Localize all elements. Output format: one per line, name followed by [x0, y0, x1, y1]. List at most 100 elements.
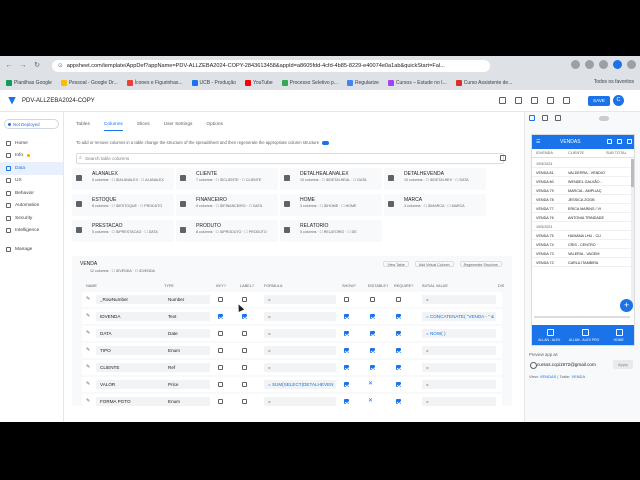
- bookmark-item[interactable]: Pessoal - Google Dr...: [60, 79, 118, 86]
- show-checkbox[interactable]: [344, 382, 349, 387]
- require-checkbox[interactable]: [396, 314, 401, 319]
- key-checkbox[interactable]: [218, 399, 223, 404]
- add-fab-button[interactable]: +: [620, 299, 633, 312]
- edit-pencil-icon[interactable]: ✎: [86, 364, 90, 370]
- tab-user-settings[interactable]: User Settings: [164, 122, 193, 131]
- list-item[interactable]: VENDA 79 MARCIA - AMPLIAÇ: [532, 186, 632, 195]
- list-item[interactable]: VENDA 73 VALERIA - VAGEM: [532, 249, 632, 258]
- nav-allan-alex[interactable]: ALLAN - ALEX: [532, 325, 567, 345]
- column-row[interactable]: ✎ DATA Date = = NOW( ): [82, 326, 502, 341]
- sync-icon[interactable]: [617, 139, 622, 144]
- editable-checkbox[interactable]: [370, 314, 375, 319]
- view-table-button[interactable]: View Table: [383, 261, 409, 267]
- require-checkbox[interactable]: [396, 331, 401, 336]
- column-row[interactable]: ✎ TIPO Enum = =: [82, 343, 502, 358]
- tab-tables[interactable]: Tables: [76, 122, 90, 131]
- preview-horizontal-scrollbar[interactable]: [534, 316, 630, 318]
- sidebar-item-info[interactable]: Info: [0, 150, 63, 163]
- search-icon[interactable]: [607, 139, 612, 144]
- bookmark-item[interactable]: Ícones e Figurinhas...: [126, 79, 183, 86]
- appsheet-logo[interactable]: [8, 96, 16, 105]
- search-input[interactable]: Search table columns: [76, 153, 504, 164]
- profile-avatar[interactable]: [613, 60, 622, 69]
- editable-checkbox[interactable]: [370, 297, 375, 302]
- url-bar[interactable]: ⊙ appsheet.com/template/AppDef?appName=PD…: [52, 60, 490, 72]
- tab-slices[interactable]: Slices: [137, 122, 150, 131]
- preview-scrollbar[interactable]: [631, 159, 634, 309]
- list-item[interactable]: VENDA 77 ERICA MARINS / VI: [532, 204, 632, 213]
- edit-pencil-icon[interactable]: ✎: [86, 381, 90, 387]
- sidebar-item-security[interactable]: Security: [0, 212, 63, 225]
- sidebar-item-automation[interactable]: Automation: [0, 200, 63, 213]
- tablet-view-icon[interactable]: [542, 115, 548, 121]
- edit-pencil-icon[interactable]: ✎: [86, 313, 90, 319]
- share-icon[interactable]: [547, 97, 554, 104]
- regenerate-structure-button[interactable]: Regenerate Structure: [459, 261, 502, 267]
- bookmark-item[interactable]: Processo Seletivo p...: [281, 79, 338, 86]
- column-row[interactable]: ✎ FORMA PGTO Enum = ✕ =: [82, 394, 502, 409]
- menu-icon[interactable]: [627, 60, 636, 69]
- help-icon[interactable]: [531, 97, 538, 104]
- download-icon[interactable]: [599, 60, 608, 69]
- sidebar-item-ux[interactable]: UX: [0, 175, 63, 188]
- site-info-icon[interactable]: ⊙: [58, 63, 63, 69]
- table-card[interactable]: CLIENTE 7 columns · ☐ IDCLIENTE · ☐ CLIEN…: [176, 168, 278, 190]
- label-checkbox[interactable]: [242, 331, 247, 336]
- dashboard-icon[interactable]: [499, 97, 506, 104]
- show-checkbox[interactable]: [344, 348, 349, 353]
- view-link[interactable]: VENDAS: [540, 374, 556, 379]
- edit-pencil-icon[interactable]: ✎: [86, 330, 90, 336]
- key-checkbox[interactable]: [218, 314, 223, 319]
- table-card[interactable]: ESTOQUE 8 columns · ☐ IDESTOQUE · ☐ PRODU…: [72, 194, 174, 216]
- tab-options[interactable]: Options: [206, 122, 223, 131]
- list-item[interactable]: VENDA 74 CRIS - CENTRO: [532, 240, 632, 249]
- show-checkbox[interactable]: [344, 314, 349, 319]
- editable-off-icon[interactable]: ✕: [368, 397, 373, 404]
- show-checkbox[interactable]: [344, 331, 349, 336]
- nav-home[interactable]: HOME: [601, 325, 634, 345]
- label-checkbox[interactable]: [242, 365, 247, 370]
- bookmark-item[interactable]: YouTube: [244, 79, 273, 86]
- key-checkbox[interactable]: [218, 297, 223, 302]
- bookmark-item[interactable]: UCB - Produção: [191, 79, 236, 86]
- edit-pencil-icon[interactable]: ✎: [86, 347, 90, 353]
- list-item[interactable]: VENDA 80 WENDEL GALVÃO -: [532, 177, 632, 186]
- list-item[interactable]: VENDA 75 HUMANA LHU - CU: [532, 231, 632, 240]
- reload-icon[interactable]: ↻: [32, 61, 42, 71]
- deploy-status-badge[interactable]: Not Deployed: [4, 119, 59, 129]
- column-row[interactable]: ✎ IDVENDA Text = = CONCATENATE( "VENDA -…: [82, 309, 502, 324]
- edit-pencil-icon[interactable]: ✎: [86, 296, 90, 302]
- bookmark-item[interactable]: Regularize: [346, 79, 379, 86]
- column-row[interactable]: ✎ _RowNumber Number = =: [82, 292, 502, 307]
- scroll-thumb[interactable]: [631, 159, 634, 187]
- back-icon[interactable]: ←: [4, 61, 14, 71]
- sidebar-item-manage[interactable]: Manage: [0, 243, 63, 256]
- add-virtual-column-button[interactable]: Add Virtual Column: [414, 261, 454, 267]
- settings-icon[interactable]: [563, 97, 570, 104]
- tab-columns[interactable]: Columns: [103, 122, 123, 131]
- table-card[interactable]: FINANCEIRO 9 columns · ☐ IDFINANCEIRO · ☐…: [176, 194, 278, 216]
- table-card[interactable]: DETALHEALANALEX 10 columns · ☐ IDDETALHEA…: [280, 168, 382, 190]
- bookmark-item[interactable]: Planilhas Google: [6, 79, 52, 86]
- menu-icon[interactable]: ☰: [536, 139, 540, 145]
- table-card[interactable]: RELATORIO 5 columns · ☐ RELATORIO · ☐ DE: [280, 220, 382, 242]
- bookmark-item[interactable]: Curso Assistente de...: [455, 79, 512, 86]
- table-card[interactable]: ALANALEX 5 columns · ☐ IDALANALEX · ☐ ALA…: [72, 168, 174, 190]
- sidebar-item-intelligence[interactable]: Intelligence: [0, 225, 63, 238]
- table-card[interactable]: PRESTACAO 5 columns · ☐ IDPRESTACAO · ☐ D…: [72, 220, 174, 242]
- require-checkbox[interactable]: [396, 348, 401, 353]
- table-card[interactable]: MARCA 3 columns · ☐ IDMARCA · ☐ MARCA: [384, 194, 486, 216]
- label-checkbox[interactable]: [242, 348, 247, 353]
- label-checkbox[interactable]: [242, 382, 247, 387]
- preview-toggle[interactable]: [599, 116, 609, 121]
- editable-checkbox[interactable]: [370, 365, 375, 370]
- sidebar-item-home[interactable]: Home: [0, 137, 63, 150]
- show-checkbox[interactable]: [344, 365, 349, 370]
- require-checkbox[interactable]: [396, 297, 401, 302]
- bookmark-item[interactable]: Cursos – Estude no I...: [387, 79, 447, 86]
- require-checkbox[interactable]: [396, 399, 401, 404]
- list-item[interactable]: VENDA 81 VALDERRA - VENDIO: [532, 168, 632, 177]
- table-card[interactable]: HOME 3 columns · ☐ IDHOME · ☐ HOME: [280, 194, 382, 216]
- key-checkbox[interactable]: [218, 348, 223, 353]
- show-checkbox[interactable]: [344, 297, 349, 302]
